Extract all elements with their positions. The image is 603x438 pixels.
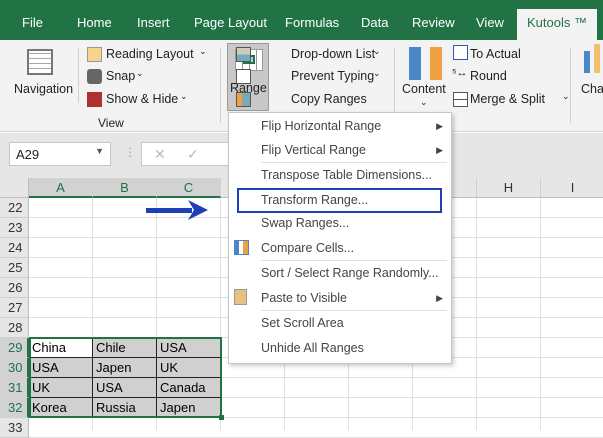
prevent-typing-icon [236, 69, 251, 84]
to-actual-icon [453, 45, 468, 60]
compare-cells-icon [234, 240, 249, 255]
paste-icon [234, 289, 247, 305]
row-header-23[interactable]: 23 [0, 218, 29, 238]
row-header-32[interactable]: 32 [0, 398, 29, 418]
row-header-29[interactable]: 29 [0, 338, 29, 358]
name-box[interactable]: A29 ▼ [9, 142, 111, 166]
range-dropdown-menu: Flip Horizontal Range ▶ Flip Vertical Ran… [228, 112, 452, 364]
row-header-30[interactable]: 30 [0, 358, 29, 378]
content-button[interactable]: Content [402, 82, 446, 96]
tab-review[interactable]: Review [412, 15, 455, 30]
dropdown-list-button[interactable]: Drop-down List [291, 47, 375, 61]
tab-kutools[interactable]: Kutools ™ [517, 9, 597, 40]
column-header-B[interactable]: B [93, 178, 157, 198]
tab-data[interactable]: Data [361, 15, 388, 30]
tab-file[interactable]: File [22, 15, 43, 30]
tab-home[interactable]: Home [77, 15, 112, 30]
column-header-C[interactable]: C [157, 178, 221, 198]
menu-paste-to-visible[interactable]: Paste to Visible [261, 291, 347, 305]
column-header-I[interactable]: I [541, 178, 603, 198]
row-header-26[interactable]: 26 [0, 278, 29, 298]
dropdown-list-icon [236, 47, 251, 62]
reading-layout-icon [87, 47, 102, 62]
arrow-icon [146, 200, 208, 220]
row-header-31[interactable]: 31 [0, 378, 29, 398]
menu-set-scroll-area[interactable]: Set Scroll Area [261, 316, 344, 330]
row-header-25[interactable]: 25 [0, 258, 29, 278]
merge-split-icon [453, 92, 468, 107]
tab-insert[interactable]: Insert [137, 15, 170, 30]
row-header-27[interactable]: 27 [0, 298, 29, 318]
enter-icon[interactable]: ✓ [187, 146, 199, 163]
group-label-view: View [98, 116, 124, 130]
tab-view[interactable]: View [476, 15, 504, 30]
navigation-icon [27, 49, 53, 75]
copy-ranges-icon [236, 92, 251, 107]
menu-sort-select-randomly[interactable]: Sort / Select Range Randomly... [261, 266, 439, 280]
menu-unhide-all-ranges[interactable]: Unhide All Ranges [261, 341, 364, 355]
content-icon [409, 47, 421, 80]
snap-button[interactable]: Snap [106, 69, 135, 83]
ribbon-tabs: File Home Insert Page Layout Formulas Da… [0, 0, 603, 40]
menu-swap-ranges[interactable]: Swap Ranges... [261, 216, 349, 230]
tab-page-layout[interactable]: Page Layout [194, 15, 267, 30]
navigation-button[interactable]: Navigation [14, 82, 73, 96]
menu-transform-range[interactable]: Transform Range... [261, 193, 368, 207]
reading-layout-button[interactable]: Reading Layout [106, 47, 194, 61]
merge-split-button[interactable]: Merge & Split [470, 92, 545, 106]
show-hide-button[interactable]: Show & Hide [106, 92, 178, 106]
row-header-33[interactable]: 33 [0, 418, 29, 438]
to-actual-button[interactable]: To Actual [470, 47, 521, 61]
more-icon: ⋮ [124, 145, 136, 159]
menu-transpose-table[interactable]: Transpose Table Dimensions... [261, 168, 432, 182]
round-icon: ⁵↔ [452, 67, 468, 79]
select-all-button[interactable] [0, 178, 29, 198]
fill-handle[interactable] [219, 415, 224, 420]
tab-formulas[interactable]: Formulas [285, 15, 339, 30]
charts-button[interactable]: Cha [581, 82, 603, 96]
row-header-24[interactable]: 24 [0, 238, 29, 258]
selection-border [29, 337, 222, 418]
copy-ranges-button[interactable]: Copy Ranges [291, 92, 367, 106]
column-header-A[interactable]: A [29, 178, 93, 198]
round-button[interactable]: Round [470, 69, 507, 83]
column-header-H[interactable]: H [477, 178, 541, 198]
prevent-typing-button[interactable]: Prevent Typing [291, 69, 374, 83]
menu-flip-horizontal[interactable]: Flip Horizontal Range [261, 119, 381, 133]
menu-flip-vertical[interactable]: Flip Vertical Range [261, 143, 366, 157]
row-header-22[interactable]: 22 [0, 198, 29, 218]
cancel-icon[interactable]: ✕ [154, 146, 166, 163]
menu-compare-cells[interactable]: Compare Cells... [261, 241, 354, 255]
show-hide-icon [87, 92, 102, 107]
camera-icon [87, 69, 102, 84]
row-header-28[interactable]: 28 [0, 318, 29, 338]
chart-icon [584, 51, 590, 73]
